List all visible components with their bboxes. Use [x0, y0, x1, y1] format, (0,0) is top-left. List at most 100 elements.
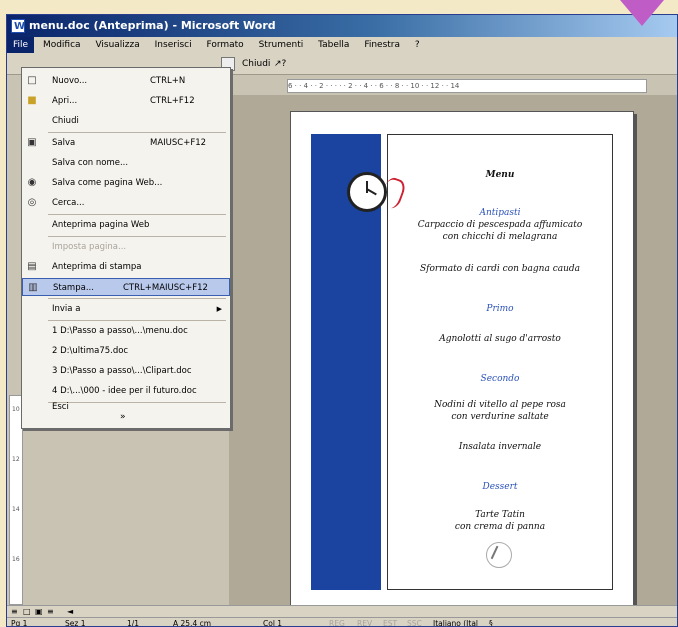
web-view-icon[interactable]: □ [23, 606, 31, 617]
dish-line: Insalata invernale [458, 442, 542, 452]
menu-item-shortcut: CTRL+N [150, 76, 186, 86]
menu-item-label: Salva [52, 138, 76, 148]
section-primo: Primo [486, 304, 514, 314]
status-page: Pg 1 [11, 619, 28, 627]
menu-item-recent-1[interactable]: 1 D:\Passo a passo\...\menu.doc [22, 322, 230, 340]
vruler-tick: 12 [12, 456, 20, 463]
menu-item-label: Anteprima pagina Web [52, 220, 150, 230]
menu-item-label: Invia a [52, 304, 81, 314]
vruler-tick: 10 [12, 406, 20, 413]
menu-file[interactable]: File [7, 37, 35, 53]
menu-item-label: Esci [52, 402, 69, 412]
window-title: menu.doc (Anteprima) - Microsoft Word [29, 19, 276, 32]
new-document-icon: □ [27, 75, 37, 86]
horizontal-scrollbar[interactable]: ≡ □ ▣ ≡ ◄ [7, 605, 677, 617]
menu-item-apri[interactable]: ■ Apri... CTRL+F12 [22, 92, 230, 110]
dish-line: Sformato di cardi con bagna cauda [419, 264, 581, 274]
menu-strumenti[interactable]: Strumenti [253, 37, 310, 53]
menu-item-esci[interactable]: Esci [22, 398, 230, 416]
menu-modifica[interactable]: Modifica [37, 37, 87, 53]
clock-icon [347, 172, 387, 212]
menu-item-label: 1 D:\Passo a passo\...\menu.doc [52, 326, 188, 336]
menu-formato[interactable]: Formato [200, 37, 249, 53]
section-secondo: Secondo [480, 374, 520, 384]
menu-heading: Menu [485, 170, 515, 180]
word-icon [11, 16, 25, 38]
document-page[interactable]: Menu Antipasti Carpaccio di pescespada a… [290, 111, 634, 606]
word-window: menu.doc (Anteprima) - Microsoft Word Fi… [6, 14, 678, 627]
menu-item-salva-con-nome[interactable]: Salva con nome... [22, 154, 230, 172]
menu-item-label: Chiudi [52, 116, 79, 126]
menu-tabella[interactable]: Tabella [312, 37, 355, 53]
dish-line: Tarte Tatin [475, 510, 525, 520]
menu-item-shortcut: CTRL+MAIUSC+F12 [123, 283, 208, 293]
menu-item-label: Imposta pagina... [52, 242, 127, 252]
print-layout-icon[interactable]: ▣ [35, 606, 43, 617]
menu-item-chiudi[interactable]: Chiudi [22, 112, 230, 130]
title-bar: menu.doc (Anteprima) - Microsoft Word [7, 15, 677, 38]
menu-bar: File Modifica Visualizza Inserisci Forma… [7, 37, 677, 53]
normal-view-icon[interactable]: ≡ [11, 606, 18, 617]
menu-help[interactable]: ? [409, 37, 426, 53]
menu-separator [48, 298, 226, 299]
menu-item-recent-3[interactable]: 3 D:\Passo a passo\...\Clipart.doc [22, 362, 230, 380]
menu-item-label: Salva come pagina Web... [52, 178, 163, 188]
search-icon: ◎ [27, 197, 37, 208]
close-preview-button[interactable]: Chiudi [239, 56, 273, 72]
menu-item-invia-a[interactable]: Invia a ▶ [22, 300, 230, 318]
section-dessert: Dessert [482, 482, 518, 492]
dish-line: con crema di panna [454, 522, 546, 532]
vruler-tick: 16 [12, 556, 20, 563]
status-column: Col 1 [263, 619, 283, 627]
open-folder-icon: ■ [27, 95, 37, 106]
menu-item-label: Cerca... [52, 198, 85, 208]
menu-visualizza[interactable]: Visualizza [89, 37, 145, 53]
status-bar: Pg 1 Sez 1 1/1 A 25,4 cm Col 1 REG REV E… [7, 617, 677, 627]
dish-line: Agnolotti al sugo d'arrosto [439, 334, 561, 344]
spelling-book-icon[interactable]: § [489, 618, 493, 626]
menu-item-salva-web[interactable]: ◉ Salva come pagina Web... [22, 174, 230, 192]
menu-item-imposta-pagina: Imposta pagina... [22, 238, 230, 256]
menu-inserisci[interactable]: Inserisci [149, 37, 198, 53]
dish-line: con verdurine saltate [451, 412, 549, 422]
menu-separator [48, 214, 226, 215]
horizontal-ruler[interactable]: 6 · · 4 · · 2 · · · · · 2 · · 4 · · 6 · … [287, 79, 647, 93]
status-ssc[interactable]: SSC [407, 618, 422, 626]
print-preview-icon: ▤ [27, 261, 37, 272]
status-reg[interactable]: REG [329, 618, 345, 626]
file-menu-dropdown: □ Nuovo... CTRL+N ■ Apri... CTRL+F12 Chi… [21, 67, 231, 429]
menu-item-label: Stampa... [53, 283, 94, 293]
dish-line: Nodini di vitello al pepe rosa [434, 400, 566, 410]
web-page-icon: ◉ [27, 177, 37, 188]
scroll-left-icon[interactable]: ◄ [67, 606, 73, 617]
menu-item-label: 2 D:\ultima75.doc [52, 346, 129, 356]
section-antipasti: Antipasti [479, 208, 521, 218]
menu-finestra[interactable]: Finestra [358, 37, 406, 53]
menu-separator [48, 132, 226, 133]
menu-item-label: Apri... [52, 96, 78, 106]
save-icon: ▣ [27, 137, 37, 148]
menu-item-anteprima-web[interactable]: Anteprima pagina Web [22, 216, 230, 234]
menu-item-stampa[interactable]: ▥ Stampa... CTRL+MAIUSC+F12 [22, 278, 230, 296]
menu-item-shortcut: CTRL+F12 [150, 96, 195, 106]
menu-separator [48, 320, 226, 321]
expand-menu-icon[interactable]: » [120, 412, 126, 422]
menu-item-cerca[interactable]: ◎ Cerca... [22, 194, 230, 212]
status-est[interactable]: EST [383, 618, 397, 626]
submenu-arrow-icon: ▶ [216, 305, 222, 313]
context-help-button[interactable]: ↗? [271, 56, 289, 72]
menu-item-anteprima-stampa[interactable]: ▤ Anteprima di stampa [22, 258, 230, 276]
vruler-tick: 14 [12, 506, 20, 513]
menu-item-recent-2[interactable]: 2 D:\ultima75.doc [22, 342, 230, 360]
menu-item-label: Nuovo... [52, 76, 88, 86]
corner-marker [620, 0, 664, 26]
status-rev[interactable]: REV [357, 618, 372, 626]
menu-item-shortcut: MAIUSC+F12 [150, 138, 207, 148]
menu-item-salva[interactable]: ▣ Salva MAIUSC+F12 [22, 134, 230, 152]
printer-icon: ▥ [28, 282, 38, 293]
menu-item-label: Anteprima di stampa [52, 262, 142, 272]
status-position: A 25,4 cm [173, 619, 212, 627]
menu-separator [48, 236, 226, 237]
menu-item-nuovo[interactable]: □ Nuovo... CTRL+N [22, 72, 230, 90]
outline-view-icon[interactable]: ≡ [47, 606, 54, 617]
